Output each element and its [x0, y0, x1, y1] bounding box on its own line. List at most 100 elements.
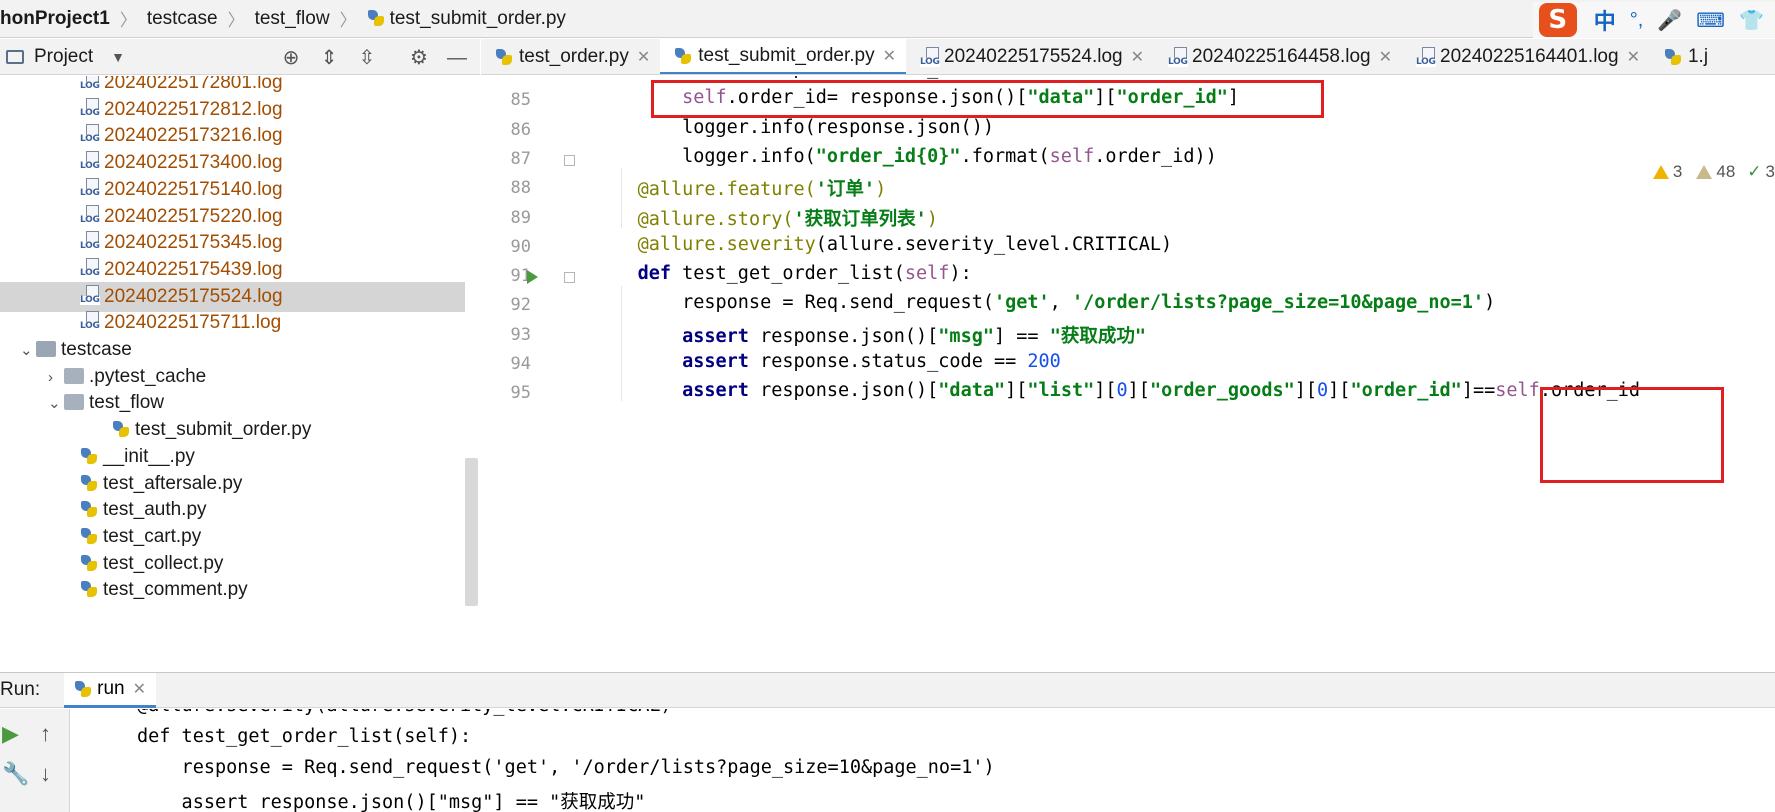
code-token: ]== — [1461, 380, 1496, 402]
wrench-icon[interactable]: 🔧 — [2, 763, 29, 785]
editor-tab[interactable]: 1.j — [1650, 39, 1718, 74]
minimize-icon[interactable]: — — [446, 47, 468, 69]
tree-item-log[interactable]: LOG 20240225172812.log — [0, 95, 283, 125]
log-icon-text: LOG — [920, 57, 940, 67]
keyboard-icon[interactable]: ⌨ — [1696, 8, 1725, 33]
tree-item-label: test_flow — [89, 392, 164, 414]
tree-item-label: test_auth.py — [103, 499, 207, 521]
python-file-icon — [367, 9, 385, 27]
tree-item-log[interactable]: LOG 20240225175140.log — [0, 175, 283, 205]
tree-item-python[interactable]: test_comment.py — [0, 575, 248, 605]
console-line: def test_get_order_list(self): — [137, 726, 472, 747]
tree-item-label: 20240225175345.log — [104, 232, 283, 254]
code-editor[interactable]: 84 85 86 87 88 89 90 91 92 93 94 95 3 48 ✓ 3 assert… — [481, 76, 1775, 671]
tree-item-python[interactable]: test_submit_order.py — [0, 415, 311, 445]
close-icon[interactable]: ✕ — [883, 46, 896, 66]
close-icon[interactable]: ✕ — [1379, 47, 1392, 67]
editor-tab[interactable]: test_submit_order.py ✕ — [660, 39, 907, 74]
breadcrumb-item[interactable]: testcase — [141, 8, 224, 30]
tree-item-log[interactable]: LOG 20240225175711.log — [0, 308, 281, 338]
ime-punctuation-toggle[interactable]: °, — [1630, 9, 1644, 32]
tree-item-python[interactable]: test_aftersale.py — [0, 469, 242, 499]
sogou-ime-icon[interactable]: S — [1538, 3, 1577, 37]
arrow-down-icon[interactable]: ↓ — [40, 763, 51, 785]
tree-item-log[interactable]: LOG 20240225175439.log — [0, 255, 283, 285]
code-token: ] == — [994, 325, 1050, 347]
tree-item-python[interactable]: test_auth.py — [0, 495, 207, 525]
tree-item-log[interactable]: LOG 20240225173400.log — [0, 148, 283, 178]
code-token: @allure.feature( — [637, 179, 816, 201]
tree-item-folder[interactable]: ⌄ test_flow — [0, 388, 164, 418]
breadcrumb-item[interactable]: test_flow — [249, 8, 336, 30]
warning-icon — [1652, 165, 1669, 179]
inspection-widget[interactable]: 3 48 ✓ 3 — [1652, 162, 1775, 182]
fold-marker-icon[interactable] — [564, 272, 575, 284]
run-console[interactable]: @allure.severity(allure.severity_level.C… — [71, 709, 1775, 812]
tree-item-folder[interactable]: › .pytest_cache — [0, 362, 206, 392]
editor-tab[interactable]: test_order.py ✕ — [481, 39, 660, 74]
editor-tab[interactable]: LOG 20240225164458.log ✕ — [1154, 39, 1402, 74]
locate-icon[interactable]: ⊕ — [280, 47, 302, 69]
fold-marker-icon[interactable] — [564, 154, 575, 166]
log-file-icon: LOG — [80, 151, 102, 172]
tree-item-log[interactable]: LOG 20240225175345.log — [0, 228, 283, 258]
gear-icon[interactable]: ⚙ — [408, 47, 430, 69]
editor-tabs: test_order.py ✕ test_submit_order.py ✕ LOG 20… — [481, 39, 1775, 75]
editor-tab[interactable]: LOG 20240225175524.log ✕ — [906, 39, 1154, 74]
code-token: ) — [875, 179, 887, 201]
tree-item-label: .pytest_cache — [89, 365, 207, 387]
tree-scrollbar[interactable] — [465, 458, 478, 606]
tree-item-label: __init__.py — [103, 445, 195, 467]
breadcrumb-item[interactable]: honProject1 — [0, 8, 116, 30]
expand-all-icon[interactable]: ⇕ — [318, 47, 340, 69]
editor-tab-label: 20240225164458.log — [1192, 46, 1371, 67]
log-icon-text: LOG — [80, 294, 100, 305]
close-icon[interactable]: ✕ — [1131, 47, 1144, 67]
tree-item-folder[interactable]: ⌄ testcase — [0, 335, 132, 365]
tree-item-log[interactable]: LOG 20240225175524.log — [0, 281, 465, 312]
tree-item-python[interactable]: test_collect.py — [0, 549, 223, 579]
tree-item-python[interactable]: test_cart.py — [0, 522, 201, 552]
tree-item-log[interactable]: LOG 20240225173216.log — [0, 121, 283, 151]
python-file-icon — [80, 527, 98, 545]
weak-warning-count: 48 — [1716, 162, 1736, 181]
run-test-icon[interactable] — [527, 270, 538, 285]
collapse-all-icon[interactable]: ⇳ — [356, 47, 378, 69]
log-file-icon: LOG — [1168, 47, 1190, 67]
python-file-icon — [112, 420, 130, 438]
line-number: 84 — [481, 76, 531, 81]
code-token: assert — [682, 325, 749, 347]
microphone-icon[interactable]: 🎤 — [1657, 8, 1682, 33]
arrow-up-icon[interactable]: ↑ — [40, 723, 51, 745]
code-line: @allure.feature('订单') — [593, 175, 887, 201]
warning-count: 3 — [1672, 162, 1683, 181]
code-token: ) — [926, 208, 938, 230]
tree-item-label: 20240225172812.log — [104, 98, 283, 120]
log-file-icon: LOG — [80, 311, 102, 332]
code-line: def test_get_order_list(self): — [593, 263, 972, 284]
rerun-icon[interactable]: ▶ — [2, 723, 19, 745]
chevron-down-icon[interactable]: ▼ — [111, 49, 125, 65]
code-token: ][ — [1005, 380, 1028, 402]
project-panel-title[interactable]: Project — [34, 46, 93, 68]
editor-tab[interactable]: LOG 20240225164401.log ✕ — [1402, 39, 1650, 74]
breadcrumb-item[interactable]: test_submit_order.py — [361, 8, 572, 30]
ime-language-toggle[interactable]: 中 — [1594, 4, 1616, 36]
close-icon[interactable]: ✕ — [1627, 47, 1640, 67]
close-icon[interactable]: ✕ — [133, 679, 146, 699]
code-line: logger.info("order_id{0}".format(self.or… — [593, 146, 1217, 167]
tree-item-python[interactable]: __init__.py — [0, 442, 195, 472]
log-icon-text: LOG — [80, 214, 100, 225]
console-line: assert response.json()["msg"] == "获取成功" — [137, 792, 646, 812]
project-folder-icon — [6, 49, 24, 64]
line-number: 95 — [510, 383, 531, 404]
run-tab[interactable]: run ✕ — [64, 672, 157, 708]
python-file-icon — [80, 580, 98, 598]
python-file-icon — [80, 447, 98, 465]
close-icon[interactable]: ✕ — [637, 47, 650, 67]
tree-item-log[interactable]: LOG 20240225175220.log — [0, 202, 283, 232]
skin-icon[interactable]: 👕 — [1739, 8, 1764, 33]
